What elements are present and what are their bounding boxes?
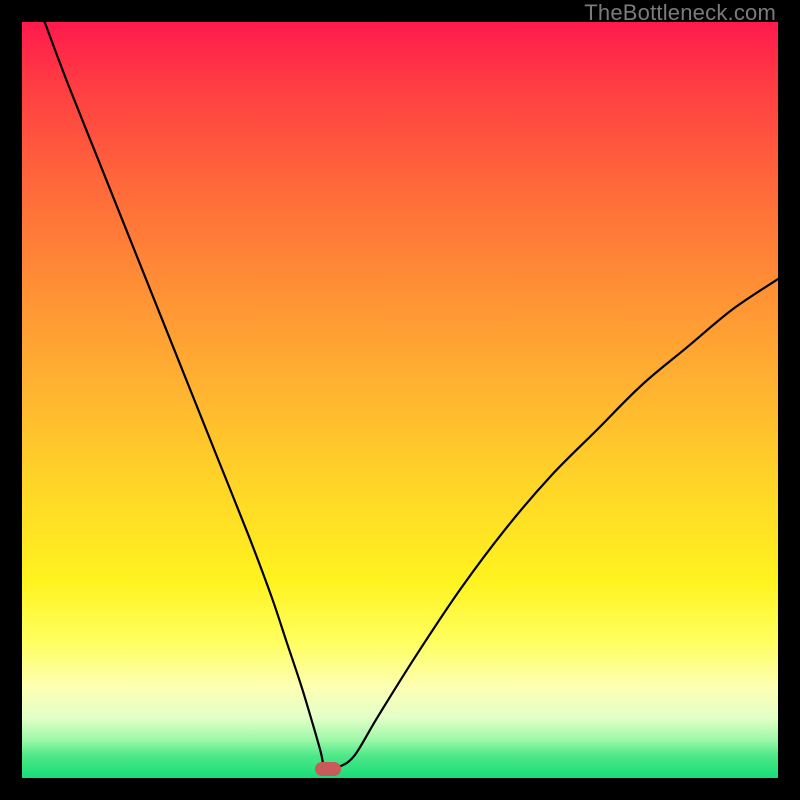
gradient-plot-area	[22, 22, 778, 778]
bottleneck-curve	[22, 22, 778, 778]
optimal-point-marker	[315, 762, 341, 776]
chart-frame: TheBottleneck.com	[0, 0, 800, 800]
